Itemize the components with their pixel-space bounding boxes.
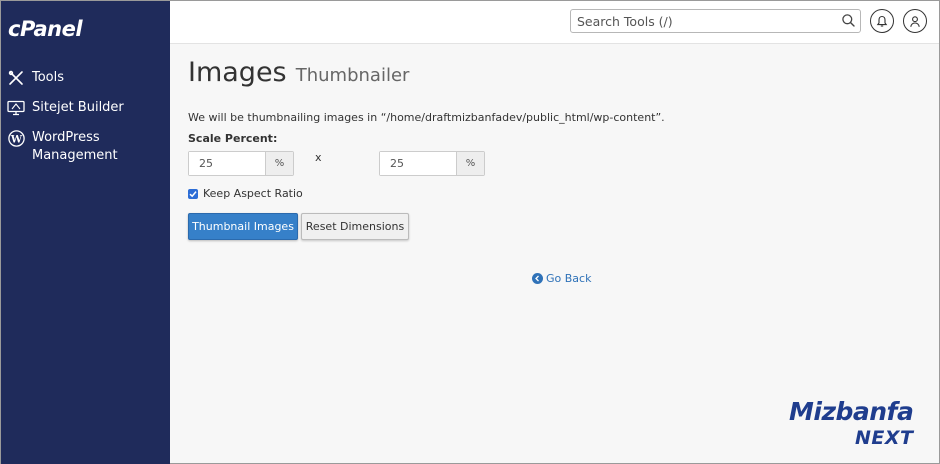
mizbanfa-next-logo: Mizbanfa NEXT [789, 397, 929, 453]
sidebar: cPanel Tools Sitejet Builder W WordPress… [1, 1, 170, 464]
keep-aspect-checkbox[interactable] [188, 188, 198, 199]
arrow-left-circle-icon [532, 273, 543, 284]
cpanel-logo[interactable]: cPanel [8, 17, 83, 41]
page-title-main: Images [188, 57, 287, 88]
sidebar-item-tools[interactable]: Tools [7, 69, 64, 87]
page-description: We will be thumbnailing images in “/home… [188, 111, 665, 124]
notifications-button[interactable] [870, 9, 894, 33]
user-menu-button[interactable] [903, 9, 927, 33]
percent-addon: % [265, 152, 293, 175]
wordpress-icon: W [7, 129, 25, 147]
scale-y-group: % [379, 151, 485, 176]
logo-text-line1: Mizbanfa [789, 397, 914, 426]
page-subtitle: Thumbnailer [295, 65, 410, 86]
percent-addon: % [456, 152, 484, 175]
sidebar-item-label: WordPress Management [32, 130, 118, 163]
times-symbol: x [315, 151, 322, 164]
sidebar-item-sitejet[interactable]: Sitejet Builder [7, 99, 124, 117]
search-icon[interactable] [841, 13, 856, 32]
bell-icon [876, 15, 888, 27]
tools-icon [7, 69, 25, 87]
top-bar [170, 1, 939, 44]
go-back-label: Go Back [546, 272, 592, 285]
logo-text-line2: NEXT [855, 427, 914, 449]
reset-dimensions-button[interactable]: Reset Dimensions [301, 213, 409, 240]
scale-x-input[interactable] [189, 152, 265, 175]
check-icon [189, 190, 197, 197]
sidebar-item-label: Tools [32, 70, 65, 85]
scale-x-group: % [188, 151, 294, 176]
scale-y-input[interactable] [380, 152, 456, 175]
keep-aspect-label: Keep Aspect Ratio [203, 187, 303, 200]
search-input[interactable] [571, 10, 831, 32]
scale-percent-label: Scale Percent: [188, 132, 278, 145]
sidebar-item-wordpress[interactable]: W WordPress Management [7, 129, 132, 165]
keep-aspect-ratio[interactable]: Keep Aspect Ratio [188, 187, 303, 200]
svg-text:W: W [9, 134, 22, 145]
sidebar-item-label: Sitejet Builder [32, 100, 124, 115]
user-icon [910, 15, 920, 27]
sitejet-icon [7, 99, 25, 117]
page-title: Images Thumbnailer [188, 57, 409, 88]
go-back-link[interactable]: Go Back [532, 272, 591, 285]
thumbnail-images-button[interactable]: Thumbnail Images [188, 213, 298, 240]
search-box [570, 9, 861, 33]
